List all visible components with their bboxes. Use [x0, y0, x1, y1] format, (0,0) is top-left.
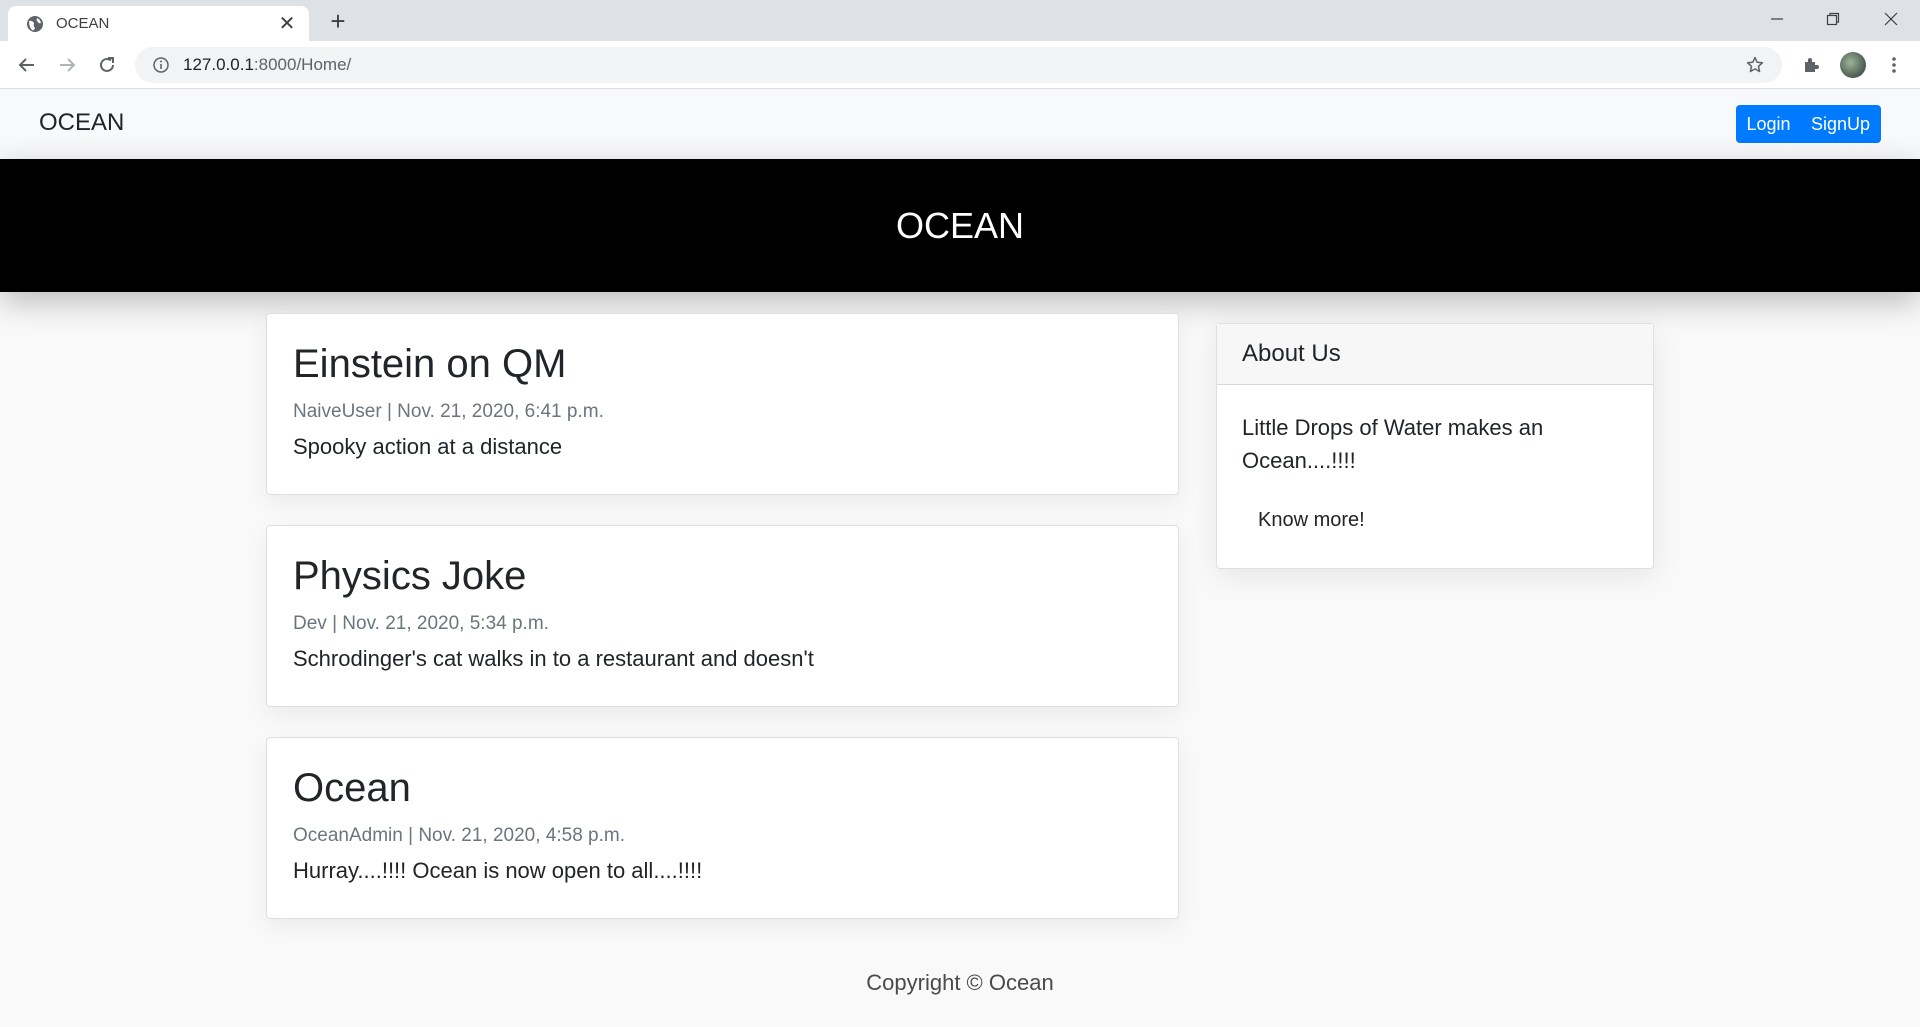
browser-tab[interactable]: OCEAN ✕	[8, 6, 309, 41]
new-tab-icon[interactable]: +	[324, 8, 352, 36]
post-meta: NaiveUser | Nov. 21, 2020, 6:41 p.m.	[293, 401, 604, 422]
forward-icon[interactable]	[53, 51, 81, 79]
window-close-icon[interactable]	[1862, 0, 1920, 38]
post-card: Einstein on QM NaiveUser | Nov. 21, 2020…	[266, 313, 1179, 495]
signup-button[interactable]: SignUp	[1800, 105, 1881, 143]
globe-icon	[26, 15, 44, 33]
tab-close-icon[interactable]: ✕	[277, 14, 297, 34]
browser-toolbar: 127.0.0.1:8000/Home/	[0, 41, 1920, 89]
site-navbar: OCEAN Login SignUp	[0, 89, 1920, 159]
post-body: Hurray....!!!! Ocean is now open to all.…	[293, 858, 703, 883]
post-title[interactable]: Ocean	[293, 764, 1152, 812]
restore-icon[interactable]	[1804, 0, 1862, 38]
profile-avatar[interactable]	[1840, 52, 1866, 78]
extensions-icon[interactable]	[1797, 51, 1825, 79]
about-text: Little Drops of Water makes an Ocean....…	[1242, 415, 1544, 473]
post-meta: Dev | Nov. 21, 2020, 5:34 p.m.	[293, 613, 549, 634]
url-text: 127.0.0.1:8000/Home/	[183, 55, 1744, 75]
hero-banner: OCEAN	[0, 159, 1920, 292]
post-card: Physics Joke Dev | Nov. 21, 2020, 5:34 p…	[266, 525, 1179, 707]
post-meta: OceanAdmin | Nov. 21, 2020, 4:58 p.m.	[293, 825, 625, 846]
url-host: 127.0.0.1	[183, 55, 254, 74]
post-body: Schrodinger's cat walks in to a restaura…	[293, 646, 814, 671]
post-title[interactable]: Physics Joke	[293, 552, 1152, 600]
url-path: :8000/Home/	[253, 55, 352, 74]
login-button[interactable]: Login	[1736, 105, 1801, 143]
footer-copyright: Copyright © Ocean	[866, 970, 1054, 995]
about-header: About Us	[1217, 324, 1653, 385]
post-card: Ocean OceanAdmin | Nov. 21, 2020, 4:58 p…	[266, 737, 1179, 919]
know-more-link[interactable]: Know more!	[1258, 509, 1365, 532]
reload-icon[interactable]	[93, 51, 121, 79]
about-card: About Us Little Drops of Water makes an …	[1216, 323, 1654, 569]
bookmark-star-icon[interactable]	[1744, 54, 1766, 76]
menu-kebab-icon[interactable]	[1880, 51, 1908, 79]
navbar-brand[interactable]: OCEAN	[39, 109, 124, 137]
minimize-icon[interactable]	[1748, 0, 1806, 38]
post-body: Spooky action at a distance	[293, 434, 563, 459]
post-title[interactable]: Einstein on QM	[293, 340, 1152, 388]
info-icon[interactable]	[151, 55, 171, 75]
address-bar[interactable]: 127.0.0.1:8000/Home/	[135, 47, 1782, 83]
back-icon[interactable]	[13, 51, 41, 79]
tab-title: OCEAN	[56, 15, 110, 32]
banner-title: OCEAN	[895, 204, 1025, 246]
browser-tab-strip: OCEAN ✕ +	[0, 0, 1920, 41]
